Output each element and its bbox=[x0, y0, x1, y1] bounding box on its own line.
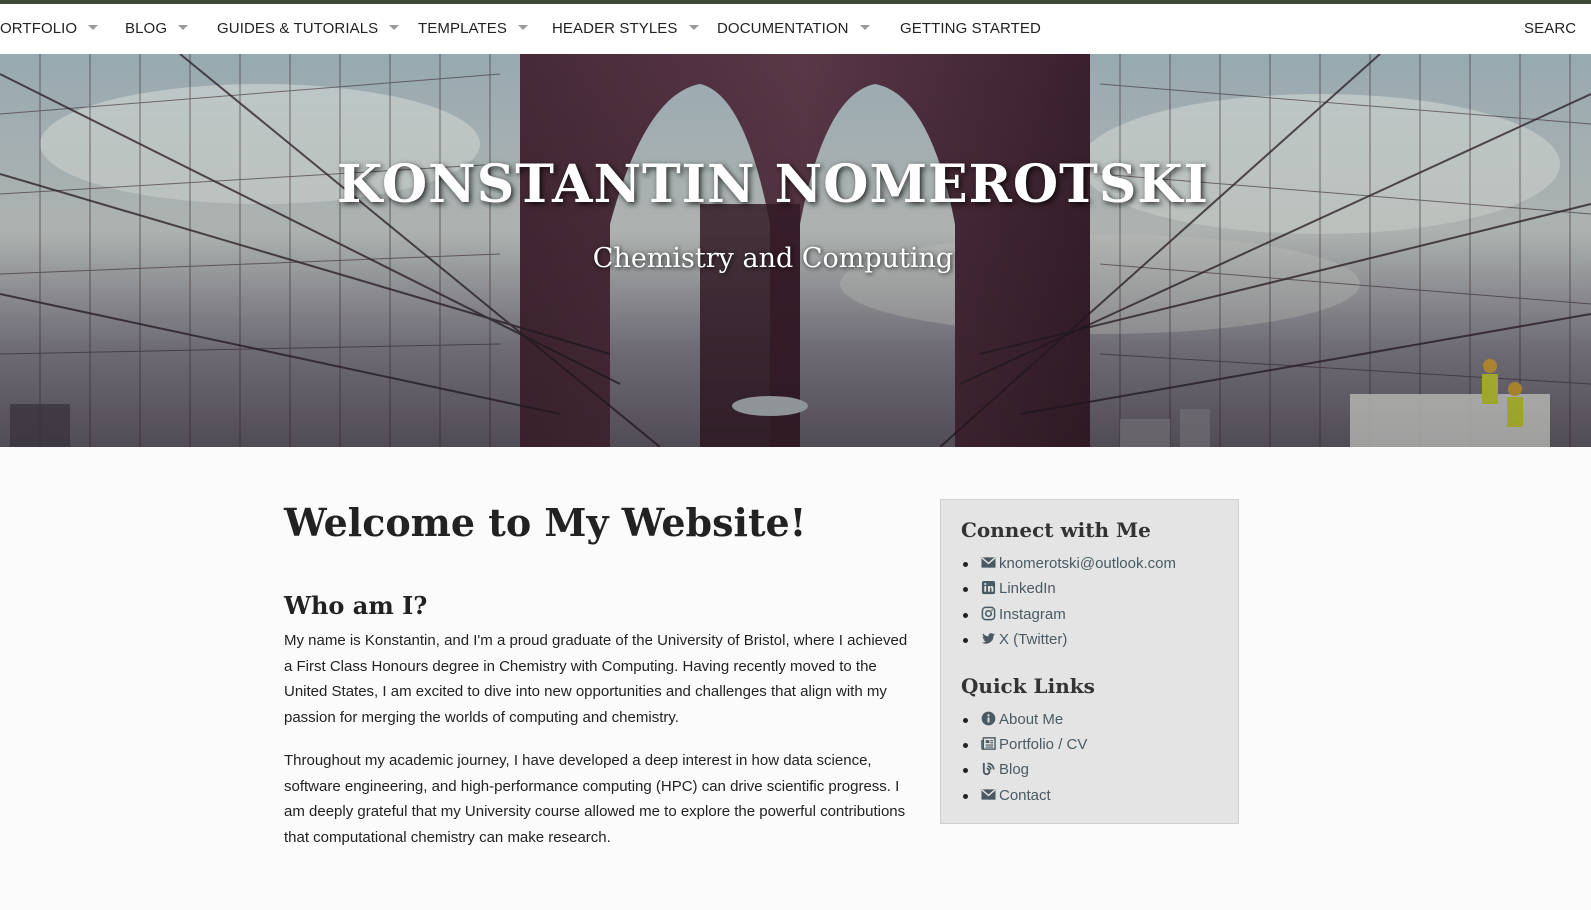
nav-item-label: GETTING STARTED bbox=[900, 20, 1041, 37]
envelope-icon bbox=[981, 557, 996, 568]
quick-links-heading: Quick Links bbox=[961, 673, 1095, 698]
portfolio-cv-link-label: Portfolio / CV bbox=[999, 735, 1088, 753]
nav-item-label: BLOG bbox=[125, 20, 168, 37]
chevron-down-icon bbox=[517, 25, 528, 30]
site-title: KONSTANTIN NOMEROTSKI bbox=[337, 154, 1209, 215]
list-item: About Me bbox=[961, 708, 1218, 733]
list-item: X (Twitter) bbox=[961, 628, 1218, 653]
nav-item-label: TEMPLATES bbox=[418, 20, 507, 37]
twitter-link-label: X (Twitter) bbox=[999, 631, 1068, 649]
instagram-link-label: Instagram bbox=[999, 605, 1066, 623]
twitter-icon bbox=[981, 633, 996, 644]
about-me-link-label: About Me bbox=[999, 710, 1064, 728]
chevron-down-icon bbox=[688, 25, 699, 30]
chevron-down-icon bbox=[88, 25, 99, 30]
nav-item-portfolio[interactable]: ORTFOLIO bbox=[0, 20, 99, 37]
newspaper-icon bbox=[981, 737, 996, 750]
list-item: Portfolio / CV bbox=[961, 733, 1218, 758]
nav-search[interactable]: SEARC bbox=[1524, 20, 1576, 37]
nav-item-label: DOCUMENTATION bbox=[717, 20, 849, 37]
envelope-icon bbox=[981, 789, 996, 800]
contact-link-label: Contact bbox=[999, 786, 1051, 804]
blog-icon bbox=[982, 762, 995, 776]
chevron-down-icon bbox=[859, 25, 870, 30]
nav-item-guides-tutorials[interactable]: GUIDES & TUTORIALS bbox=[217, 20, 400, 37]
intro-paragraph: My name is Konstantin, and I'm a proud g… bbox=[284, 632, 908, 726]
linkedin-link-label: LinkedIn bbox=[999, 580, 1056, 598]
main-navigation: ORTFOLIO BLOG GUIDES & TUTORIALS TEMPLAT… bbox=[0, 4, 1591, 54]
instagram-link[interactable]: Instagram bbox=[981, 606, 1066, 623]
nav-item-documentation[interactable]: DOCUMENTATION bbox=[717, 20, 870, 37]
nav-item-label: HEADER STYLES bbox=[552, 20, 678, 37]
chevron-down-icon bbox=[178, 25, 189, 30]
sidebar: Connect with Me knomerotski@outlook.com … bbox=[940, 499, 1239, 824]
nav-item-getting-started[interactable]: GETTING STARTED bbox=[900, 20, 1041, 37]
linkedin-link[interactable]: LinkedIn bbox=[981, 580, 1056, 597]
email-link[interactable]: knomerotski@outlook.com bbox=[981, 555, 1176, 572]
nav-item-header-styles[interactable]: HEADER STYLES bbox=[552, 20, 699, 37]
instagram-icon bbox=[981, 606, 996, 621]
email-link-label: knomerotski@outlook.com bbox=[999, 555, 1176, 572]
blog-link[interactable]: Blog bbox=[981, 761, 1029, 778]
list-item: Blog bbox=[961, 758, 1218, 783]
main-content: Welcome to My Website! Who am I? My name… bbox=[284, 500, 914, 850]
portfolio-cv-link[interactable]: Portfolio / CV bbox=[981, 736, 1087, 753]
nav-search-label: SEARC bbox=[1524, 20, 1577, 37]
chevron-down-icon bbox=[389, 25, 400, 30]
list-item: knomerotski@outlook.com bbox=[961, 552, 1218, 577]
connect-heading: Connect with Me bbox=[961, 518, 1151, 542]
nav-item-blog[interactable]: BLOG bbox=[125, 20, 189, 37]
nav-item-label: GUIDES & TUTORIALS bbox=[217, 20, 379, 37]
quick-links-list: About Me Portfolio / CV Blog Contact bbox=[961, 708, 1218, 810]
contact-link[interactable]: Contact bbox=[981, 787, 1051, 804]
list-item: LinkedIn bbox=[961, 577, 1218, 602]
site-subtitle: Chemistry and Computing bbox=[592, 243, 954, 274]
hero-banner: KONSTANTIN NOMEROTSKI Chemistry and Comp… bbox=[0, 54, 1591, 447]
nav-item-templates[interactable]: TEMPLATES bbox=[418, 20, 528, 37]
info-circle-icon bbox=[981, 711, 996, 725]
twitter-link[interactable]: X (Twitter) bbox=[981, 631, 1067, 648]
journey-paragraph: Throughout my academic journey, I have d… bbox=[284, 752, 906, 846]
list-item: Instagram bbox=[961, 603, 1218, 628]
section-title-who-am-i: Who am I? bbox=[284, 591, 428, 620]
blog-link-label: Blog bbox=[999, 761, 1030, 779]
nav-item-label: ORTFOLIO bbox=[0, 20, 78, 37]
connect-list: knomerotski@outlook.com LinkedIn Instagr… bbox=[961, 552, 1218, 654]
linkedin-icon bbox=[981, 581, 996, 595]
about-me-link[interactable]: About Me bbox=[981, 711, 1063, 728]
list-item: Contact bbox=[961, 784, 1218, 809]
page-title: Welcome to My Website! bbox=[284, 500, 807, 545]
